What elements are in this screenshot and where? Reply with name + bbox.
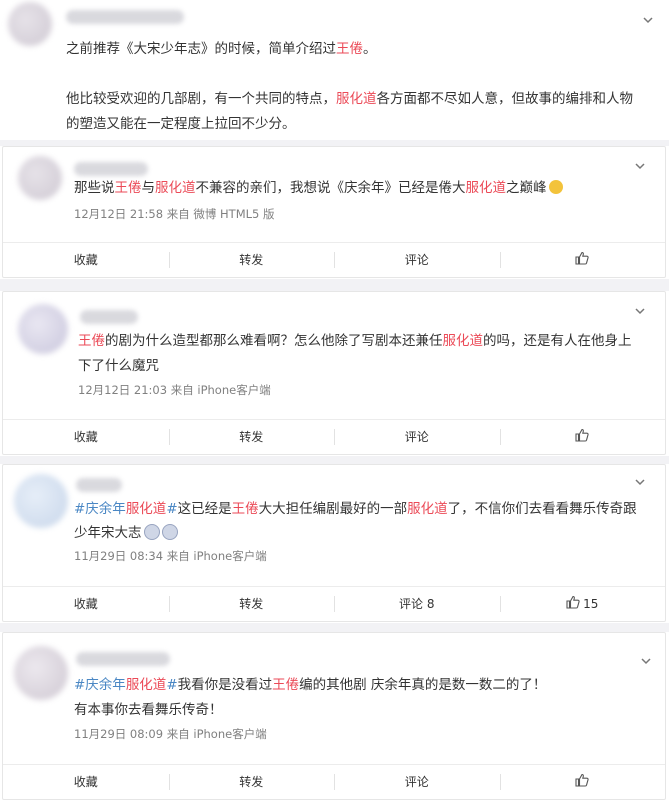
forward-button[interactable]: 转发	[168, 243, 335, 276]
comment-meta: 11月29日 08:34 来自 iPhone客户端	[74, 549, 267, 563]
comment-text: 那些说王倦与服化道不兼容的亲们，我想说《庆余年》已经是倦大服化道之巅峰	[74, 176, 563, 200]
comment-meta: 12月12日 21:03 来自 iPhone客户端	[78, 383, 271, 397]
action-bar: 收藏 转发 评论 8 15	[3, 586, 665, 620]
collect-label: 收藏	[73, 253, 98, 267]
forward-button[interactable]: 转发	[168, 420, 335, 453]
like-button[interactable]	[499, 243, 666, 276]
thumbs-up-icon	[575, 428, 589, 445]
collect-label: 收藏	[73, 597, 98, 611]
comment-text: #庆余年服化道#我看你是没看过王倦编的其他剧 庆余年真的是数一数二的了！	[74, 677, 547, 693]
section-gap	[0, 279, 669, 291]
forward-label: 转发	[239, 253, 264, 267]
post-paragraph-1: 之前推荐《大宋少年志》的时候，简单介绍过王倦。	[66, 41, 377, 57]
forward-label: 转发	[239, 775, 264, 789]
keyword-link[interactable]: 服化道	[336, 91, 377, 107]
thumbs-up-icon	[575, 251, 589, 268]
section-gap	[0, 623, 669, 632]
comment-label: 评论 8	[399, 597, 435, 611]
thumbs-up-icon	[566, 595, 580, 612]
like-button[interactable]: 15	[499, 587, 666, 620]
like-count: 15	[583, 596, 599, 611]
topic-tag-link[interactable]: #庆余年服化道#	[74, 501, 178, 517]
thumbs-up-icon	[575, 773, 589, 790]
comment-button[interactable]: 评论	[334, 420, 500, 453]
action-bar: 收藏 转发 评论	[3, 242, 665, 276]
forward-button[interactable]: 转发	[168, 587, 335, 620]
forward-label: 转发	[239, 597, 264, 611]
comment-button[interactable]: 评论	[334, 765, 500, 798]
comment-button[interactable]: 评论	[334, 243, 500, 276]
keyword-link[interactable]: 服化道	[155, 180, 196, 196]
avatar[interactable]	[14, 646, 68, 700]
keyword-link[interactable]: 王倦	[115, 180, 142, 196]
chevron-down-icon[interactable]	[638, 653, 654, 669]
collect-button[interactable]: 收藏	[3, 243, 169, 276]
topic-tag-link[interactable]: #庆余年服化道#	[74, 677, 178, 693]
comment-text: 王倦的剧为什么造型都那么难看啊？怎么他除了写剧本还兼任服化道的吗，还是有人在他身…	[78, 333, 632, 349]
keyword-link[interactable]: 王倦	[78, 333, 105, 349]
collect-label: 收藏	[73, 430, 98, 444]
post-paragraph-2: 他比较受欢迎的几部剧，有一个共同的特点，服化道各方面都不尽如人意，但故事的编排和…	[66, 91, 633, 107]
keyword-link[interactable]: 服化道	[443, 333, 484, 349]
username-blurred[interactable]	[74, 162, 148, 176]
avatar[interactable]	[8, 2, 52, 46]
username-blurred[interactable]	[76, 478, 122, 492]
comment-button[interactable]: 评论 8	[334, 587, 500, 620]
action-bar: 收藏 转发 评论	[3, 419, 665, 453]
collect-button[interactable]: 收藏	[3, 420, 169, 453]
chevron-down-icon[interactable]	[632, 303, 648, 319]
section-gap	[0, 456, 669, 464]
comment-label: 评论	[404, 430, 429, 444]
laugh-emoji-icon	[548, 180, 563, 194]
comment-meta: 11月29日 08:09 来自 iPhone客户端	[74, 727, 267, 741]
collect-button[interactable]: 收藏	[3, 587, 169, 620]
comment-text: #庆余年服化道#这已经是王倦大大担任编剧最好的一部服化道了，不信你们去看看舞乐传…	[74, 501, 637, 517]
avatar[interactable]	[14, 474, 68, 528]
comment-label: 评论	[404, 253, 429, 267]
collect-button[interactable]: 收藏	[3, 765, 169, 798]
post-paragraph-3: 的塑造又能在一定程度上拉回不少分。	[66, 116, 296, 132]
comment-text-line2: 少年宋大志	[74, 521, 178, 545]
like-button[interactable]	[499, 420, 666, 453]
collect-label: 收藏	[73, 775, 98, 789]
keyword-link[interactable]: 王倦	[232, 501, 259, 517]
chevron-down-icon[interactable]	[640, 12, 656, 28]
avatar[interactable]	[18, 156, 62, 200]
chevron-down-icon[interactable]	[632, 474, 648, 490]
emoji-icon	[161, 524, 178, 540]
comment-text-line2: 有本事你去看舞乐传奇！	[74, 702, 223, 718]
avatar[interactable]	[18, 304, 68, 354]
comment-label: 评论	[404, 775, 429, 789]
keyword-link[interactable]: 王倦	[272, 677, 299, 693]
username-blurred[interactable]	[80, 310, 138, 324]
username-blurred[interactable]	[76, 652, 170, 666]
action-bar: 收藏 转发 评论	[3, 764, 665, 798]
username-blurred[interactable]	[66, 10, 184, 24]
like-button[interactable]	[499, 765, 666, 798]
keyword-link[interactable]: 服化道	[407, 501, 448, 517]
emoji-icon	[143, 524, 160, 540]
chevron-down-icon[interactable]	[632, 158, 648, 174]
comment-text-line2: 下了什么魔咒	[78, 358, 159, 374]
comment-meta: 12月12日 21:58 来自 微博 HTML5 版	[74, 207, 275, 221]
forward-button[interactable]: 转发	[168, 765, 335, 798]
keyword-link[interactable]: 王倦	[336, 41, 363, 57]
forward-label: 转发	[239, 430, 264, 444]
keyword-link[interactable]: 服化道	[466, 180, 507, 196]
